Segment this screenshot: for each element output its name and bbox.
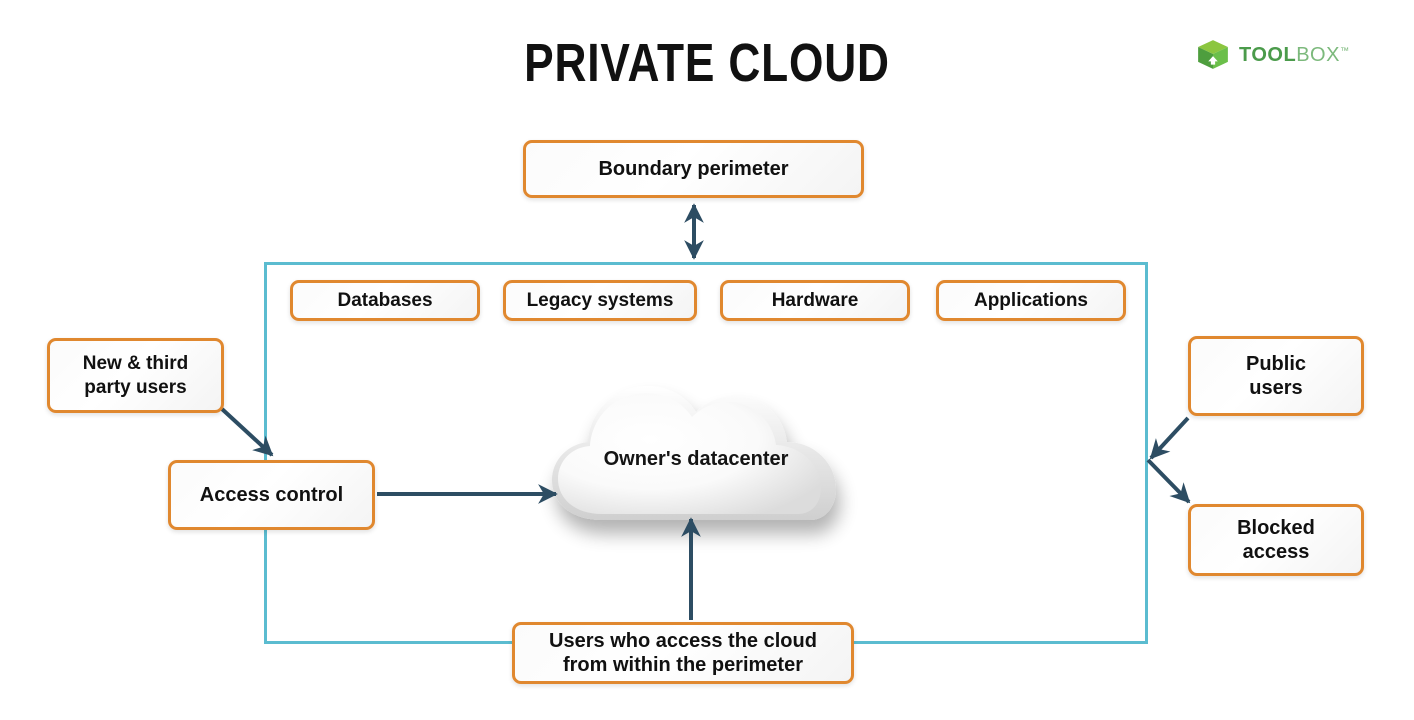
box-users-within-perimeter[interactable]: Users who access the cloud from within t… xyxy=(512,622,854,684)
box-legacy-systems-label: Legacy systems xyxy=(526,289,674,311)
box-access-control[interactable]: Access control xyxy=(168,460,375,530)
box-legacy-systems[interactable]: Legacy systems xyxy=(503,280,697,321)
toolbox-logo-text: TOOLBOX™ xyxy=(1239,45,1349,65)
arrow-perimeter-to-blocked-access xyxy=(1146,458,1191,504)
box-blocked-access-line2: access xyxy=(1242,541,1310,563)
box-boundary-perimeter[interactable]: Boundary perimeter xyxy=(523,140,864,198)
cloud-label: Owner's datacenter xyxy=(603,448,789,470)
diagram-canvas: PRIVATE CLOUD TOOLBOX™ Owner's datacente… xyxy=(0,0,1414,720)
logo-trademark: ™ xyxy=(1339,45,1350,56)
box-hardware[interactable]: Hardware xyxy=(720,280,910,321)
box-new-third-party-users-line2: party users xyxy=(84,376,187,398)
logo-text-box: BOX xyxy=(1296,44,1340,66)
box-access-control-label: Access control xyxy=(199,483,344,506)
box-public-users[interactable]: Public users xyxy=(1188,336,1364,416)
box-blocked-access-label: Blocked access xyxy=(1237,516,1315,565)
box-hardware-label: Hardware xyxy=(771,289,859,311)
box-databases-label: Databases xyxy=(337,289,433,311)
box-new-third-party-users[interactable]: New & third party users xyxy=(47,338,224,413)
green-cube-box-icon xyxy=(1198,40,1228,69)
box-applications-label: Applications xyxy=(973,289,1088,311)
box-applications[interactable]: Applications xyxy=(936,280,1126,321)
box-new-third-party-users-label: New & third party users xyxy=(83,352,189,398)
box-public-users-line1: Public xyxy=(1245,352,1306,375)
box-databases[interactable]: Databases xyxy=(290,280,480,321)
box-users-within-perimeter-label: Users who access the cloud from within t… xyxy=(549,629,817,678)
box-users-within-perimeter-line2: from within the perimeter xyxy=(562,654,803,676)
toolbox-logo: TOOLBOX™ xyxy=(1196,38,1349,72)
box-boundary-perimeter-label: Boundary perimeter xyxy=(598,157,789,180)
box-public-users-label: Public users xyxy=(1246,352,1306,401)
box-blocked-access[interactable]: Blocked access xyxy=(1188,504,1364,576)
page-title: PRIVATE CLOUD xyxy=(524,33,890,93)
box-blocked-access-line1: Blocked xyxy=(1237,516,1315,539)
box-users-within-perimeter-line1: Users who access the cloud xyxy=(549,629,817,652)
logo-text-tool: TOOL xyxy=(1239,44,1297,66)
box-public-users-line2: users xyxy=(1249,377,1303,399)
arrow-public-users-to-perimeter xyxy=(1149,416,1190,460)
box-new-third-party-users-line1: New & third xyxy=(82,353,189,375)
